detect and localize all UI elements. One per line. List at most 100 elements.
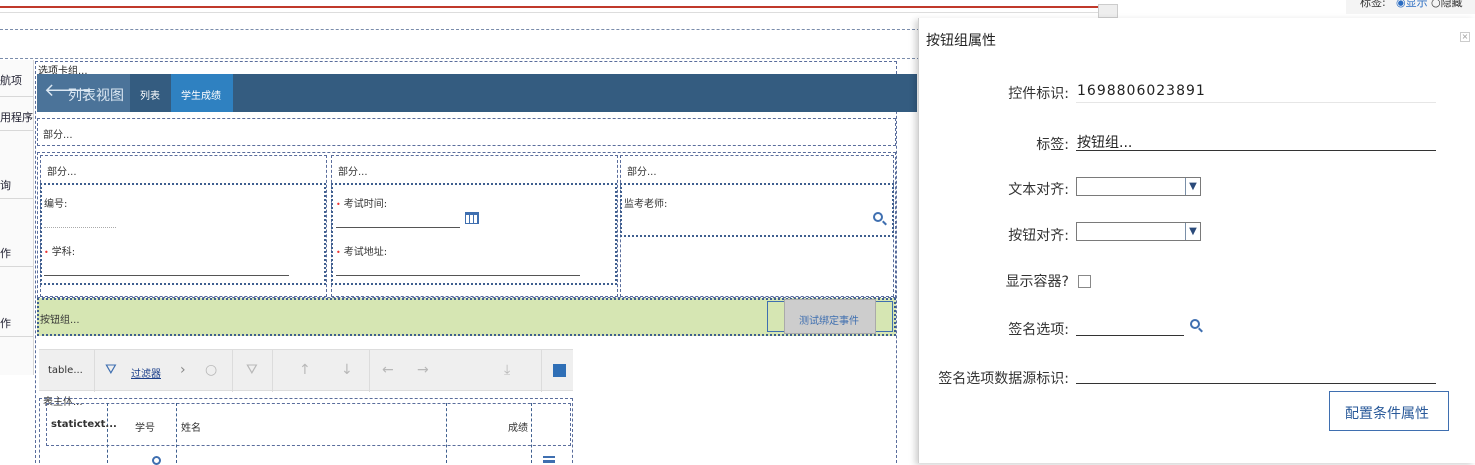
field-label-number: 编号: [44,199,68,210]
configure-condition-button[interactable]: 配置条件属性 [1329,391,1449,431]
table-toolbar: table... ⛛ 过滤器 › ○ ⛛ ↑ ↓ ← → ⤓ [39,349,573,392]
left-nav-label: 作 [0,317,11,330]
button-group-label: 按钮组... [40,315,80,326]
tab-list-label: 列表 [140,91,160,102]
sign-option-label: 签名选项: [1008,322,1069,338]
arrow-up-icon[interactable]: ↑ [299,362,311,378]
separator [232,350,233,392]
test-bind-event-label: 测试绑定事件 [799,316,859,327]
show-container-checkbox[interactable] [1078,275,1091,288]
test-bind-event-button[interactable]: 测试绑定事件 [784,299,876,334]
clear-filter-icon[interactable]: ⛛ [246,362,258,378]
subject-input[interactable] [44,275,289,276]
col-divider [107,403,108,463]
tab-student-score[interactable]: 学生成绩 [171,74,233,112]
left-nav-label: 作 [0,247,11,260]
field-label-exam-address: 考试地址: [336,243,387,258]
section-1-body [40,183,326,285]
column-header[interactable]: 姓名 [181,419,201,434]
col-divider [446,403,447,463]
left-nav-item[interactable]: 作 [0,199,33,267]
tab-header: 🡐 列表视图 列表 学生成绩 [37,74,917,112]
filter-link[interactable]: 过滤器 [131,365,161,380]
separator [541,350,542,392]
radio-hide-label: 隐藏 [1440,0,1463,9]
chevron-down-icon: ▼ [1185,178,1200,195]
tag-input-underline [1076,150,1436,151]
sign-datasource-input[interactable] [1076,383,1436,384]
table-toolbar-label: table... [48,365,83,376]
back-to-list-button[interactable]: 🡐 列表视图 [37,74,130,112]
top-thin-line [0,12,1098,13]
column-header[interactable]: statictext... [51,419,117,430]
exam-address-input[interactable] [336,275,580,276]
control-id-label: 控件标识: [1008,86,1069,102]
arrow-down-icon[interactable]: ↓ [341,362,353,378]
field-label-proctor: 监考老师: [624,199,668,210]
section-3-header: 部分... [627,167,657,178]
button-align-select[interactable]: ▼ [1076,222,1201,241]
button-group-properties-dialog: 按钮组属性 × 控件标识: 1698806023891 标签: 按钮组... 文… [918,18,1475,463]
control-id-underline [1076,102,1436,103]
tag-label: 标签: [1036,137,1069,153]
download-icon[interactable]: ⤓ [504,362,510,378]
left-nav-item[interactable]: 作 [0,267,33,337]
search-icon[interactable] [152,456,161,465]
col-divider [176,403,177,463]
back-label: 列表视图 [68,88,124,104]
show-container-label: 显示容器? [1005,274,1069,290]
left-nav-label: 询 [0,179,11,192]
left-nav-label: 航项 [0,74,22,87]
section-2-header: 部分... [338,167,368,178]
configure-condition-label: 配置条件属性 [1345,406,1429,422]
tab-score-label: 学生成绩 [181,91,221,102]
search-icon[interactable]: ○ [205,362,217,378]
sign-datasource-label: 签名选项数据源标识: [938,371,1069,387]
dialog-title: 按钮组属性 [926,33,996,49]
trash-icon[interactable] [543,456,555,463]
tag-input[interactable]: 按钮组... [1077,132,1132,152]
top-red-line [0,6,1098,8]
text-align-label: 文本对齐: [1008,182,1069,198]
number-input[interactable] [44,227,116,228]
search-icon-handle [1198,327,1203,333]
radio-hide[interactable]: ○隐藏 [1431,0,1463,10]
section-top [37,118,896,146]
arrow-left-icon[interactable]: ← [382,362,394,378]
field-label-subject: 学科: [44,243,75,258]
left-nav: 航项 用程序 询 作 作 [0,60,34,375]
collapse-icon[interactable] [553,364,566,377]
section-1-header: 部分... [47,167,77,178]
col-divider [531,403,532,463]
radio-strip: 标签: ◉显示 ○隐藏 [1346,0,1475,14]
left-nav-item[interactable]: 航项 [0,60,33,97]
top-dashed-region [0,29,920,59]
table-header-row [46,403,571,446]
control-id-value: 1698806023891 [1077,83,1206,99]
left-nav-label: 用程序 [0,111,33,124]
radio-show[interactable]: ◉显示 [1396,0,1428,10]
separator [272,350,273,392]
left-nav-item[interactable]: 询 [0,131,33,199]
column-header[interactable]: 成绩 [508,419,528,434]
button-align-label: 按钮对齐: [1008,228,1069,244]
chevron-down-icon: ▼ [1185,223,1200,240]
column-header[interactable]: 学号 [135,419,155,434]
section-3-body [620,183,894,237]
section-top-label: 部分... [43,130,73,141]
text-align-select[interactable]: ▼ [1076,177,1201,196]
radio-strip-label: 标签: [1360,0,1386,9]
top-scroll-tab[interactable] [1098,4,1118,18]
separator [94,350,95,392]
field-label-exam-time: 考试时间: [336,195,387,210]
separator [369,350,370,392]
close-icon[interactable]: × [1460,32,1470,42]
tab-list[interactable]: 列表 [132,74,170,112]
chevron-right-icon[interactable]: › [180,362,186,378]
exam-time-input[interactable] [336,227,460,228]
arrow-right-icon[interactable]: → [417,362,429,378]
left-nav-item[interactable]: 用程序 [0,97,33,131]
calendar-icon[interactable] [465,212,479,224]
sign-option-input[interactable] [1076,335,1184,336]
filter-icon[interactable]: ⛛ [105,362,117,378]
